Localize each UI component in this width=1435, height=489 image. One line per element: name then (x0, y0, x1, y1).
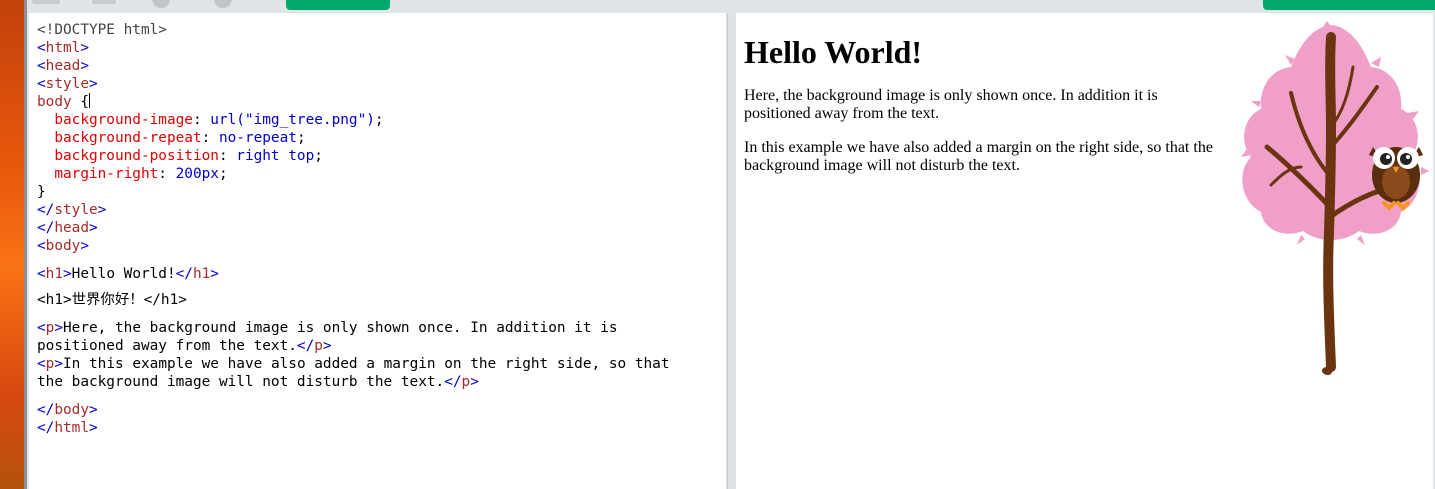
get-your-own-website-button[interactable] (1263, 0, 1435, 10)
code-body-selector: body (37, 94, 81, 110)
result-heading: Hello World! (744, 34, 923, 70)
result-paragraph-2: In this example we have also added a mar… (744, 139, 1213, 174)
tree-image (1241, 21, 1429, 375)
result-paragraph-1: Here, the background image is only shown… (744, 87, 1158, 122)
run-button[interactable] (286, 0, 390, 10)
desktop-background (0, 0, 27, 489)
theme-icon[interactable] (152, 0, 170, 8)
text-cursor (89, 93, 90, 108)
code-text[interactable]: <!DOCTYPE html> <html> <head> <style> body {… (37, 21, 670, 437)
code-doctype: <!DOCTYPE html> (37, 22, 167, 38)
layout-icon[interactable] (92, 0, 116, 4)
code-h1-text: Hello World! (71, 266, 176, 282)
result-panel: Hello World! Here, the background image … (736, 13, 1433, 489)
result-content: Hello World! Here, the background image … (744, 13, 1224, 175)
menu-icon[interactable] (32, 0, 60, 4)
settings-icon[interactable] (214, 0, 232, 8)
panel-divider[interactable] (726, 13, 736, 489)
code-editor[interactable]: <!DOCTYPE html> <html> <head> <style> body {… (29, 13, 726, 489)
toolbar (27, 0, 1435, 13)
code-h1-cn: <h1>世界你好！</h1> (37, 292, 187, 308)
